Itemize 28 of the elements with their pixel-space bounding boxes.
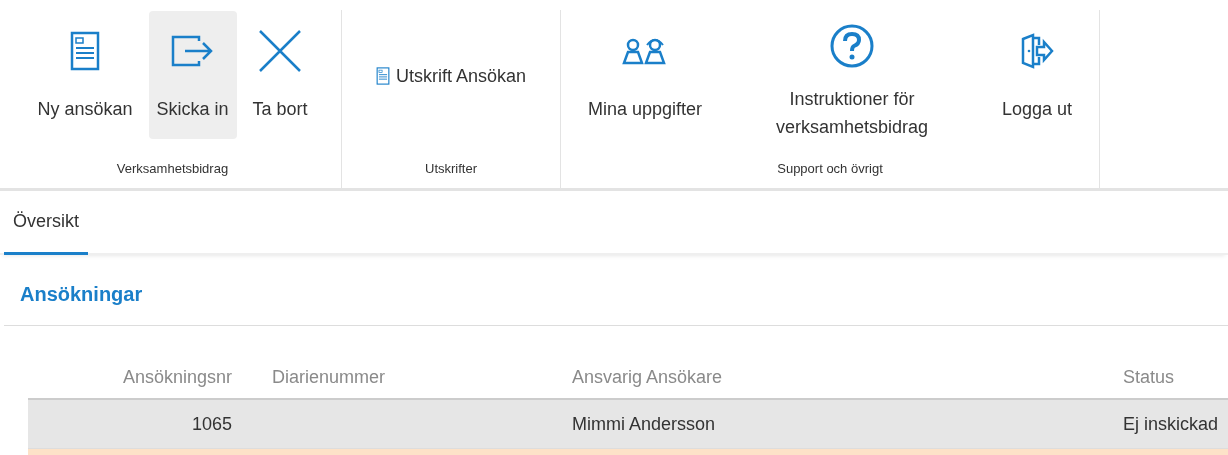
ribbon-button[interactable]: Logga ut [982,11,1093,139]
ribbon-button[interactable]: Skicka in [148,11,237,139]
door-exit-icon [1019,33,1056,69]
close-icon [258,29,303,73]
document-icon [69,31,100,71]
table-cell-text: Mimmi Andersson [572,413,717,435]
ribbon-button[interactable]: Mina uppgifter [567,11,722,139]
column-header: Status [1123,366,1175,388]
document-icon [375,67,390,85]
group-label: Verksamhetsbidrag [115,160,230,178]
help-icon [829,23,875,69]
section-title: Ansökningar [20,282,143,306]
tab[interactable]: Översikt [4,191,88,255]
group-label: Utskrifter [424,160,478,178]
column-header: Ansökningsnr [121,366,232,388]
ribbon-button[interactable]: Utskrift Ansökan [369,62,533,90]
table-row[interactable]: 1065 Mimmi Andersson Ej inskickad [28,398,1228,448]
column-header: Ansvarig Ansökare [572,366,724,388]
ribbon-button[interactable]: Ny ansökan [29,11,141,139]
people-icon [621,37,668,65]
group-label: Support och övrigt [776,160,884,178]
table-row[interactable] [28,448,1228,455]
table-cell: Ej inskickad [1123,413,1219,435]
table-cell-text: 1065 [190,413,232,435]
column-header: Diarienummer [272,366,387,388]
exit-arrow-icon [170,35,215,67]
ribbon-button[interactable]: Instruktioner för verksamhetsbidrag [732,11,972,139]
ribbon-button[interactable]: Ta bort [244,11,316,139]
